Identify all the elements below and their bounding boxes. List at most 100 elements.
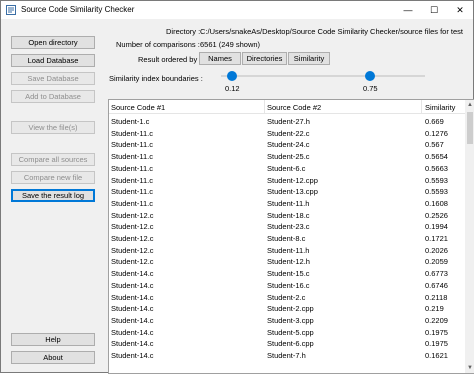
compare-all-button[interactable]: Compare all sources	[11, 153, 95, 166]
scrollbar-thumb[interactable]	[467, 112, 473, 144]
close-button[interactable]: ✕	[447, 1, 473, 19]
scroll-down-arrow-icon[interactable]: ▼	[465, 363, 474, 373]
cell-source1: Student-14.c	[111, 292, 154, 302]
column-divider[interactable]	[421, 100, 422, 114]
cell-similarity: 0.1975	[425, 339, 448, 349]
comparisons-label: Number of comparisons :	[116, 40, 200, 49]
cell-source2: Student-11.h	[267, 245, 310, 255]
open-directory-button[interactable]: Open directory	[11, 36, 95, 49]
table-row[interactable]: Student-14.c Student-2.cpp 0.219	[109, 303, 465, 315]
cell-similarity: 0.219	[425, 304, 444, 314]
save-database-button[interactable]: Save Database	[11, 72, 95, 85]
table-row[interactable]: Student-11.c Student-11.h 0.1608	[109, 198, 465, 210]
about-button[interactable]: About	[11, 351, 95, 364]
cell-source1: Student-14.c	[111, 269, 154, 279]
table-row[interactable]: Student-11.c Student-22.c 0.1276	[109, 128, 465, 140]
cell-source1: Student-14.c	[111, 315, 154, 325]
table-row[interactable]: Student-1.c Student-27.h 0.669	[109, 116, 465, 128]
cell-source1: Student-12.c	[111, 257, 154, 267]
cell-source2: Student-2.c	[267, 292, 306, 302]
similarity-boundaries-label: Similarity index boundaries :	[109, 74, 203, 83]
cell-source2: Student-7.h	[267, 351, 306, 360]
slider-high-thumb[interactable]	[365, 71, 375, 81]
cell-source2: Student-22.c	[267, 128, 310, 138]
table-row[interactable]: Student-12.c Student-11.h 0.2026	[109, 245, 465, 257]
cell-source2: Student-16.c	[267, 280, 310, 290]
cell-source1: Student-11.c	[111, 198, 153, 208]
slider-low-value: 0.12	[225, 84, 240, 93]
column-header-source2[interactable]: Source Code #2	[267, 103, 321, 112]
cell-source2: Student-13.cpp	[267, 187, 318, 197]
table-row[interactable]: Student-14.c Student-2.c 0.2118	[109, 292, 465, 304]
compare-new-button[interactable]: Compare new file	[11, 171, 95, 184]
table-row[interactable]: Student-14.c Student-7.h 0.1621	[109, 350, 465, 362]
cell-similarity: 0.6746	[425, 280, 448, 290]
table-row[interactable]: Student-11.c Student-25.c 0.5654	[109, 151, 465, 163]
table-row[interactable]: Student-11.c Student-6.c 0.5663	[109, 163, 465, 175]
order-by-similarity-button[interactable]: Similarity	[288, 52, 330, 65]
results-table[interactable]: Source Code #1 Source Code #2 Similarity…	[108, 99, 474, 374]
similarity-slider-track[interactable]	[221, 75, 425, 77]
save-log-button[interactable]: Save the result log	[11, 189, 95, 202]
cell-similarity: 0.1276	[425, 128, 448, 138]
column-header-source1[interactable]: Source Code #1	[111, 103, 165, 112]
minimize-button[interactable]: —	[395, 1, 421, 19]
app-window: Source Code Similarity Checker — ☐ ✕ Ope…	[0, 0, 474, 374]
table-row[interactable]: Student-11.c Student-12.cpp 0.5593	[109, 175, 465, 187]
cell-similarity: 0.6773	[425, 269, 448, 279]
cell-source1: Student-14.c	[111, 327, 154, 337]
window-title: Source Code Similarity Checker	[21, 5, 135, 14]
cell-source1: Student-12.c	[111, 210, 154, 220]
cell-source1: Student-11.c	[111, 128, 153, 138]
table-row[interactable]: Student-14.c Student-3.cpp 0.2209	[109, 315, 465, 327]
maximize-button[interactable]: ☐	[421, 1, 447, 19]
cell-similarity: 0.1721	[425, 234, 448, 243]
cell-similarity: 0.1994	[425, 222, 448, 232]
cell-source2: Student-6.cpp	[267, 339, 314, 349]
table-row[interactable]: Student-12.c Student-12.h 0.2059	[109, 256, 465, 268]
cell-source2: Student-24.c	[267, 140, 310, 150]
table-row[interactable]: Student-14.c Student-15.c 0.6773	[109, 268, 465, 280]
column-header-similarity[interactable]: Similarity	[425, 103, 455, 112]
vertical-scrollbar[interactable]: ▲ ▼	[465, 100, 474, 373]
cell-similarity: 0.5663	[425, 163, 448, 173]
table-header: Source Code #1 Source Code #2 Similarity	[109, 100, 465, 114]
order-by-names-button[interactable]: Names	[199, 52, 241, 65]
view-files-button[interactable]: View the file(s)	[11, 121, 95, 134]
table-row[interactable]: Student-14.c Student-6.cpp 0.1975	[109, 338, 465, 350]
result-ordered-label: Result ordered by :	[138, 55, 202, 64]
cell-source1: Student-12.c	[111, 234, 154, 243]
cell-similarity: 0.5654	[425, 152, 448, 162]
cell-similarity: 0.2209	[425, 315, 448, 325]
table-row[interactable]: Student-12.c Student-18.c 0.2526	[109, 210, 465, 222]
column-divider[interactable]	[264, 100, 265, 114]
slider-high-value: 0.75	[363, 84, 378, 93]
order-by-directories-button[interactable]: Directories	[242, 52, 287, 65]
table-row[interactable]: Student-12.c Student-8.c 0.1721	[109, 233, 465, 245]
help-button[interactable]: Help	[11, 333, 95, 346]
comparisons-value: 6561 (249 shown)	[200, 40, 261, 49]
table-row[interactable]: Student-11.c Student-24.c 0.567	[109, 139, 465, 151]
scroll-up-arrow-icon[interactable]: ▲	[465, 100, 474, 110]
cell-source1: Student-14.c	[111, 351, 154, 360]
app-icon	[6, 5, 16, 15]
cell-source2: Student-8.c	[267, 234, 306, 243]
table-row[interactable]: Student-12.c Student-23.c 0.1994	[109, 221, 465, 233]
table-row[interactable]: Student-11.c Student-13.cpp 0.5593	[109, 186, 465, 198]
cell-similarity: 0.5593	[425, 187, 448, 197]
cell-similarity: 0.1975	[425, 327, 448, 337]
title-bar: Source Code Similarity Checker — ☐ ✕	[1, 1, 473, 19]
add-to-database-button[interactable]: Add to Database	[11, 90, 95, 103]
table-row[interactable]: Student-14.c Student-16.c 0.6746	[109, 280, 465, 292]
cell-similarity: 0.1608	[425, 198, 448, 208]
cell-similarity: 0.2059	[425, 257, 448, 267]
cell-similarity: 0.567	[425, 140, 444, 150]
table-row[interactable]: Student-14.c Student-5.cpp 0.1975	[109, 327, 465, 339]
load-database-button[interactable]: Load Database	[11, 54, 95, 67]
cell-source1: Student-11.c	[111, 187, 153, 197]
cell-source1: Student-11.c	[111, 175, 153, 185]
cell-similarity: 0.2118	[425, 292, 448, 302]
cell-source2: Student-6.c	[267, 163, 306, 173]
slider-low-thumb[interactable]	[227, 71, 237, 81]
cell-source1: Student-12.c	[111, 245, 154, 255]
